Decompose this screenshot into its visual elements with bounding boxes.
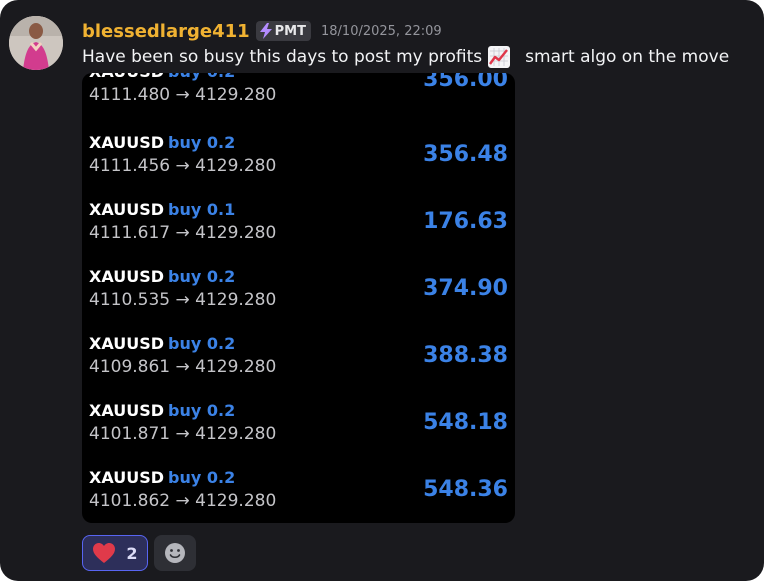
trade-symbol: XAUUSD — [89, 200, 165, 219]
trade-profit: 356.48 — [423, 142, 508, 167]
trade-row: XAUUSD buy 0.2 4111.480 → 4129.280 356.00 — [82, 73, 515, 129]
trade-side: buy 0.2 — [168, 468, 236, 487]
trade-row: XAUUSD buy 0.2 4101.862 → 4129.280 548.36 — [82, 468, 515, 523]
guild-tag[interactable]: PMT — [255, 21, 311, 41]
trade-symbol: XAUUSD — [89, 401, 165, 420]
trade-title: XAUUSDbuy 0.2 — [89, 401, 235, 421]
message-text-part-2: smart algo on the move — [525, 47, 730, 67]
trade-prices: 4101.871 → 4129.280 — [89, 424, 277, 444]
attachment-image[interactable]: XAUUSDbuy 0.2 4111.480 → 4129.280 356.00… — [82, 73, 515, 523]
guild-tag-label: PMT — [274, 23, 306, 39]
trade-row: XAUUSD buy 0.2 4111.456 → 4129.280 356.48 — [82, 133, 515, 200]
trade-title: XAUUSD buy 0.2 — [89, 73, 235, 82]
trade-symbol: XAUUSD — [89, 468, 165, 487]
smiley-add-icon — [165, 543, 185, 563]
trade-prices: 4109.861 → 4129.280 — [89, 357, 277, 377]
trade-profit: 374.90 — [423, 276, 508, 301]
add-reaction-button[interactable] — [154, 535, 196, 571]
reaction-count: 2 — [126, 543, 138, 563]
trade-row: XAUUSD buy 0.2 4109.861 → 4129.280 388.38 — [82, 334, 515, 401]
trade-prices: 4111.480 → 4129.280 — [89, 85, 277, 105]
trade-row: XAUUSD buy 0.1 4111.617 → 4129.280 176.63 — [82, 200, 515, 267]
trade-title: XAUUSDbuy 0.2 — [89, 334, 235, 354]
reaction-bar: 2 — [82, 535, 196, 571]
heart-reaction-button[interactable]: 2 — [82, 535, 148, 571]
trade-row: XAUUSD buy 0.2 4110.535 → 4129.280 374.90 — [82, 267, 515, 334]
trade-prices: 4111.617 → 4129.280 — [89, 223, 277, 243]
trade-title: XAUUSD buy 0.1 — [89, 200, 235, 220]
trade-prices: 4110.535 → 4129.280 — [89, 290, 277, 310]
lightning-icon — [259, 23, 272, 39]
trade-symbol: XAUUSD — [89, 73, 164, 81]
trade-profit: 388.38 — [423, 343, 508, 368]
trade-profit: 356.00 — [423, 73, 508, 92]
message-text-part-1: Have been so busy this days to post my p… — [82, 47, 483, 67]
trade-profit: 548.18 — [423, 410, 508, 435]
trade-side: buy 0.2 — [168, 334, 236, 353]
chart-increasing-emoji — [487, 45, 511, 69]
trade-row: XAUUSD buy 0.2 4101.871 → 4129.280 548.18 — [82, 401, 515, 468]
trade-side: buy 0.1 — [168, 200, 236, 219]
timestamp: 18/10/2025, 22:09 — [321, 23, 442, 39]
trade-side: buy 0.2 — [168, 73, 235, 81]
trade-side: buy 0.2 — [168, 267, 236, 286]
trade-symbol: XAUUSD — [89, 133, 165, 152]
trade-prices: 4111.456 → 4129.280 — [89, 156, 277, 176]
trade-profit: 176.63 — [423, 209, 508, 234]
trade-profit: 548.36 — [423, 477, 508, 502]
trade-title: XAUUSDbuy 0.2 — [89, 133, 235, 153]
trade-symbol: XAUUSD — [89, 334, 165, 353]
trade-side: buy 0.2 — [168, 133, 236, 152]
trade-title: XAUUSDbuy 0.2 — [89, 468, 235, 488]
trade-prices: 4101.862 → 4129.280 — [89, 491, 277, 511]
message-header: blessedlarge411 PMT 18/10/2025, 22:09 — [82, 18, 442, 44]
username[interactable]: blessedlarge411 — [82, 21, 250, 42]
trade-title: XAUUSDbuy 0.2 — [89, 267, 235, 287]
heart-icon — [93, 543, 116, 563]
message-card: blessedlarge411 PMT 18/10/2025, 22:09 Ha… — [0, 0, 764, 581]
trade-side: buy 0.2 — [168, 401, 236, 420]
trade-symbol: XAUUSD — [89, 267, 165, 286]
avatar[interactable] — [9, 16, 63, 70]
message-content: Have been so busy this days to post my p… — [82, 45, 729, 69]
